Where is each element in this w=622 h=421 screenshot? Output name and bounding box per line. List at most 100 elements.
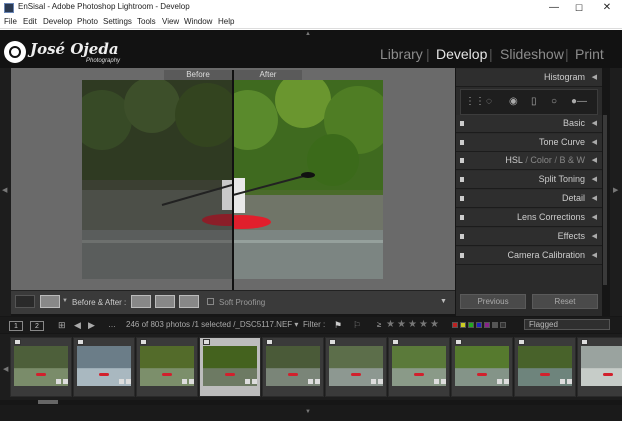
- star-2-icon[interactable]: ★: [397, 319, 406, 330]
- crop-badge-icon: [126, 379, 131, 384]
- hsl-label: HSL / Color / B & W: [505, 155, 585, 165]
- basic-section[interactable]: Basic ◀: [456, 115, 602, 133]
- kayak-mark: [603, 373, 613, 376]
- soft-proofing-checkbox[interactable]: [207, 298, 214, 305]
- crop-badge-icon: [252, 379, 257, 384]
- filter-preset-dropdown[interactable]: Flagged: [524, 319, 610, 330]
- rating-operator[interactable]: ≥: [377, 320, 381, 329]
- section-toggle-switch[interactable]: [460, 234, 464, 239]
- hsl-tab[interactable]: HSL: [505, 155, 523, 165]
- section-toggle-switch[interactable]: [460, 121, 464, 126]
- menu-edit[interactable]: Edit: [23, 17, 37, 26]
- menu-develop[interactable]: Develop: [43, 17, 72, 26]
- reset-button[interactable]: Reset: [532, 294, 598, 309]
- hsl-section[interactable]: HSL / Color / B & W ◀: [456, 152, 602, 170]
- color-label-yellow[interactable]: [460, 322, 466, 328]
- adjustment-brush-icon[interactable]: ●—: [571, 96, 587, 107]
- maximize-button[interactable]: ☐: [569, 0, 589, 16]
- radial-filter-icon[interactable]: ○: [551, 96, 557, 107]
- star-3-icon[interactable]: ★: [408, 319, 417, 330]
- filmstrip-left-icon[interactable]: ◀: [3, 365, 8, 373]
- flag-pick-icon[interactable]: ⚑: [334, 320, 342, 331]
- section-toggle-switch[interactable]: [460, 158, 464, 163]
- main-window-button[interactable]: 1: [9, 321, 23, 331]
- filmstrip-scrollbar[interactable]: [38, 400, 58, 404]
- menu-photo[interactable]: Photo: [77, 17, 98, 26]
- after-photo[interactable]: [233, 80, 383, 279]
- swap-before-after-button[interactable]: [179, 295, 199, 308]
- spot-removal-icon[interactable]: ◉: [509, 96, 518, 107]
- color-label-custom[interactable]: [492, 322, 498, 328]
- color-label-none[interactable]: [500, 322, 506, 328]
- top-panel-toggle-icon[interactable]: ▲: [305, 31, 311, 37]
- before-after-view-button[interactable]: [40, 295, 60, 308]
- back-arrow-icon[interactable]: ◀: [74, 320, 81, 331]
- tone-curve-section[interactable]: Tone Curve ◀: [456, 134, 602, 152]
- grid-view-icon[interactable]: ⊞: [58, 320, 66, 331]
- color-label-purple[interactable]: [484, 322, 490, 328]
- right-panel-scrollbar[interactable]: [603, 115, 607, 285]
- collapse-triangle-icon: ◀: [591, 157, 597, 164]
- menu-window[interactable]: Window: [184, 17, 212, 26]
- thumbnail-badge-icon: [14, 339, 21, 345]
- menu-view[interactable]: View: [162, 17, 179, 26]
- color-label-red[interactable]: [452, 322, 458, 328]
- camera-calibration-label: Camera Calibration: [507, 250, 585, 260]
- section-toggle-switch[interactable]: [460, 253, 464, 258]
- forward-arrow-icon[interactable]: ▶: [88, 320, 95, 331]
- section-toggle-switch[interactable]: [460, 196, 464, 201]
- menu-file[interactable]: File: [4, 17, 17, 26]
- loupe-view-button[interactable]: [15, 295, 35, 308]
- detail-section[interactable]: Detail ◀: [456, 190, 602, 208]
- kayak-mark: [162, 373, 172, 376]
- menu-settings[interactable]: Settings: [103, 17, 132, 26]
- filter-label: Filter :: [303, 320, 326, 329]
- previous-button[interactable]: Previous: [460, 294, 526, 309]
- copy-before-to-after-button[interactable]: [131, 295, 151, 308]
- color-tab[interactable]: Color: [530, 155, 552, 165]
- color-label-green[interactable]: [468, 322, 474, 328]
- bottom-panel-toggle-icon[interactable]: ▼: [305, 409, 311, 415]
- split-toning-section[interactable]: Split Toning ◀: [456, 171, 602, 189]
- module-develop[interactable]: Develop: [436, 46, 487, 62]
- edited-badge-icon: [371, 379, 376, 384]
- effects-section[interactable]: Effects ◀: [456, 228, 602, 246]
- basic-label: Basic: [562, 118, 585, 128]
- section-toggle-switch[interactable]: [460, 215, 464, 220]
- before-photo[interactable]: [82, 80, 232, 279]
- toolbar-menu-icon[interactable]: ▼: [440, 298, 447, 305]
- section-toggle-switch[interactable]: [460, 140, 464, 145]
- minimize-button[interactable]: —: [544, 0, 564, 16]
- photo-count-info[interactable]: 246 of 803 photos /1 selected /_DSC5117.…: [126, 320, 298, 329]
- right-panel-toggle-icon[interactable]: ▶: [613, 186, 618, 194]
- copy-after-to-before-button[interactable]: [155, 295, 175, 308]
- star-4-icon[interactable]: ★: [419, 319, 428, 330]
- hsl-separator: /: [554, 155, 557, 165]
- star-5-icon[interactable]: ★: [430, 319, 439, 330]
- flag-reject-icon[interactable]: ⚐: [353, 320, 361, 331]
- collapse-triangle-icon: ◀: [591, 195, 597, 202]
- camera-calibration-section[interactable]: Camera Calibration ◀: [456, 247, 602, 265]
- star-1-icon[interactable]: ★: [386, 319, 395, 330]
- view-mode-dropdown-icon[interactable]: ▼: [62, 298, 68, 304]
- module-print[interactable]: Print: [575, 46, 604, 62]
- histogram-section[interactable]: Histogram ◀: [456, 69, 602, 87]
- kayak-mark: [414, 373, 424, 376]
- crop-tool-icon[interactable]: ◌: [486, 96, 492, 107]
- lens-corrections-label: Lens Corrections: [516, 212, 585, 222]
- graduated-filter-icon[interactable]: ▯: [531, 96, 537, 107]
- crop-badge-icon: [189, 379, 194, 384]
- menu-help[interactable]: Help: [218, 17, 234, 26]
- lens-corrections-section[interactable]: Lens Corrections ◀: [456, 209, 602, 227]
- module-slideshow[interactable]: Slideshow: [500, 46, 564, 62]
- crop-badge-icon: [315, 379, 320, 384]
- close-button[interactable]: ✕: [597, 0, 617, 16]
- grid-icon[interactable]: ⋮⋮: [465, 96, 485, 107]
- color-label-blue[interactable]: [476, 322, 482, 328]
- module-library[interactable]: Library: [380, 46, 423, 62]
- menu-tools[interactable]: Tools: [137, 17, 156, 26]
- section-toggle-switch[interactable]: [460, 177, 464, 182]
- bw-tab[interactable]: B & W: [559, 155, 585, 165]
- left-panel-toggle-icon[interactable]: ◀: [2, 186, 7, 194]
- second-window-button[interactable]: 2: [30, 321, 44, 331]
